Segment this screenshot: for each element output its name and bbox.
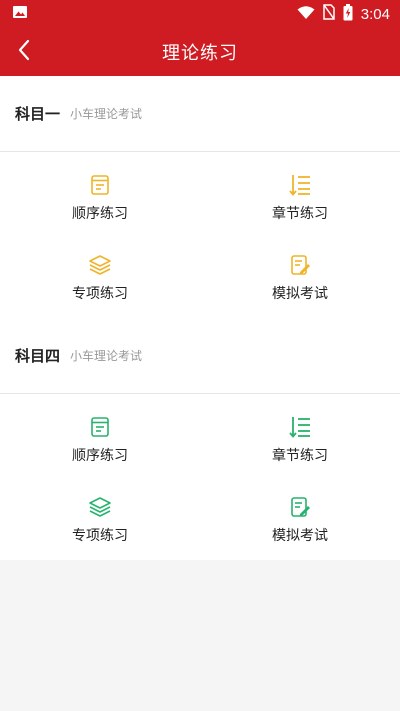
status-time: 3:04: [360, 5, 390, 23]
section-title: 科目一: [15, 105, 61, 123]
list-sort-icon: [288, 415, 312, 439]
practice-grid: 顺序练习 章节练习 专项练习 模拟考试: [0, 152, 400, 318]
sequential-practice-button[interactable]: 顺序练习: [0, 152, 200, 238]
item-label: 章节练习: [272, 448, 328, 464]
special-practice-button[interactable]: 专项练习: [0, 238, 200, 318]
item-label: 模拟考试: [272, 286, 328, 302]
section-header: 科目四 小车理论考试: [0, 318, 400, 394]
item-label: 章节练习: [272, 206, 328, 222]
notepad-icon: [88, 173, 112, 197]
section-title: 科目四: [15, 347, 61, 365]
content-panel: 科目一 小车理论考试 顺序练习 章节练习 专项练习 模拟考试 科目四 小车理论考…: [0, 76, 400, 560]
app-bar: 理论练习: [0, 28, 400, 76]
wifi-icon: [297, 5, 315, 24]
special-practice-button[interactable]: 专项练习: [0, 480, 200, 560]
battery-charging-icon: [343, 3, 353, 25]
chevron-left-icon: [17, 39, 31, 65]
status-bar: 3:04: [0, 0, 400, 28]
layers-icon: [88, 495, 112, 519]
practice-grid: 顺序练习 章节练习 专项练习 模拟考试: [0, 394, 400, 560]
item-label: 专项练习: [72, 286, 128, 302]
section-header: 科目一 小车理论考试: [0, 76, 400, 152]
item-label: 模拟考试: [272, 528, 328, 544]
layers-icon: [88, 253, 112, 277]
page-title: 理论练习: [162, 43, 238, 64]
item-label: 顺序练习: [72, 448, 128, 464]
exam-paper-icon: [288, 253, 312, 277]
item-label: 专项练习: [72, 528, 128, 544]
item-label: 顺序练习: [72, 206, 128, 222]
no-sim-icon: [323, 4, 335, 24]
section-subtitle: 小车理论考试: [70, 349, 143, 363]
mock-exam-button[interactable]: 模拟考试: [200, 480, 400, 560]
image-notification-icon: [12, 4, 28, 24]
back-button[interactable]: [12, 39, 36, 65]
sequential-practice-button[interactable]: 顺序练习: [0, 394, 200, 480]
chapter-practice-button[interactable]: 章节练习: [200, 394, 400, 480]
subject-four-section: 科目四 小车理论考试 顺序练习 章节练习 专项练习 模拟考试: [0, 318, 400, 560]
exam-paper-icon: [288, 495, 312, 519]
section-subtitle: 小车理论考试: [70, 107, 143, 121]
subject-one-section: 科目一 小车理论考试 顺序练习 章节练习 专项练习 模拟考试: [0, 76, 400, 318]
notepad-icon: [88, 415, 112, 439]
list-sort-icon: [288, 173, 312, 197]
chapter-practice-button[interactable]: 章节练习: [200, 152, 400, 238]
mock-exam-button[interactable]: 模拟考试: [200, 238, 400, 318]
